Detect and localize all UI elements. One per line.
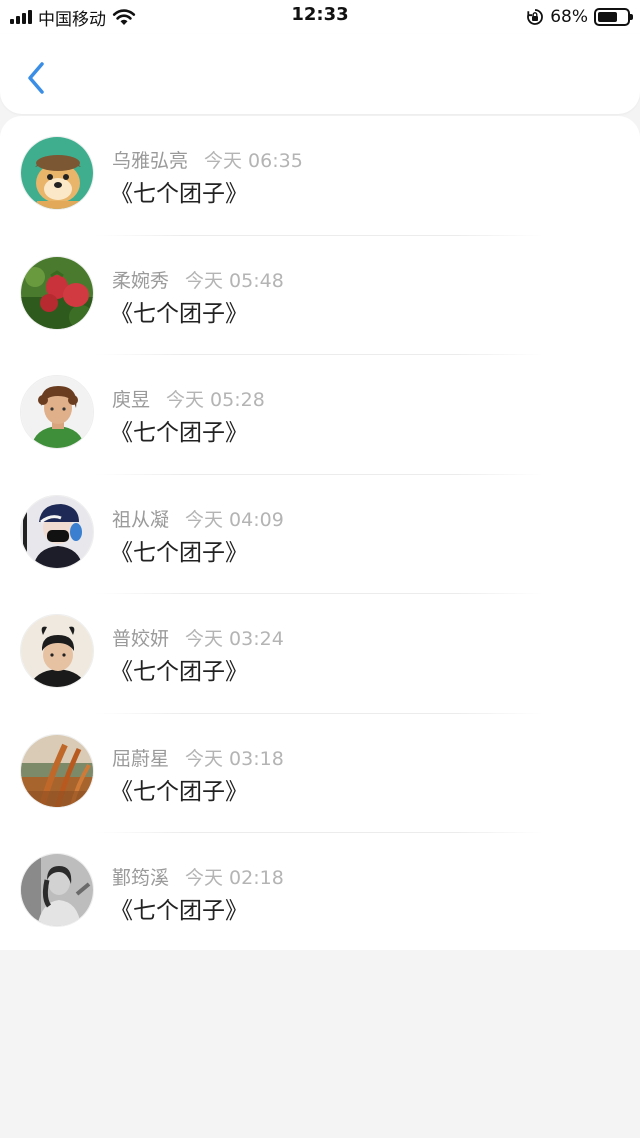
item-title: 《七个团子》: [110, 778, 248, 805]
avatar[interactable]: [20, 136, 94, 210]
avatar[interactable]: [20, 853, 94, 927]
item-title: 《七个团子》: [110, 420, 248, 446]
avatar[interactable]: [20, 375, 94, 449]
post-time: 今天 05:48: [185, 269, 284, 292]
back-button[interactable]: [16, 56, 56, 100]
item-title: 《七个团子》: [110, 181, 248, 207]
chevron-left-icon: [28, 62, 44, 94]
screen: 中国移动 12:33 68% 乌雅弘亮 今天 06:35 《七个团子》 柔婉秀 …: [0, 0, 640, 1138]
post-time: 今天 04:09: [185, 508, 284, 531]
item-title: 《七个团子》: [110, 539, 248, 566]
avatar[interactable]: [20, 494, 94, 569]
item-title: 《七个团子》: [110, 898, 248, 924]
list-item[interactable]: 乌雅弘亮 今天 06:35 《七个团子》: [0, 116, 640, 236]
user-name: 乌雅弘亮 今天 06:35: [112, 150, 303, 172]
list-item[interactable]: 普姣妍 今天 03:24 《七个团子》: [0, 594, 640, 714]
boy-with-ears-avatar-image: [21, 615, 93, 687]
curly-hair-boy-avatar-image: [21, 376, 93, 448]
user-name: 柔婉秀 今天 05:48: [112, 269, 284, 292]
list-item[interactable]: 柔婉秀 今天 05:48 《七个团子》: [0, 236, 640, 355]
user-name: 祖从凝 今天 04:09: [112, 508, 284, 531]
battery-icon: [594, 8, 633, 26]
list-item[interactable]: 祖从凝 今天 04:09 《七个团子》: [0, 475, 640, 594]
orange-landscape-avatar-image: [21, 734, 93, 807]
post-time: 今天 03:24: [185, 628, 284, 650]
post-time: 今天 05:28: [166, 389, 265, 411]
post-time: 今天 03:18: [185, 747, 284, 770]
user-name: 普姣妍 今天 03:24: [112, 628, 284, 650]
item-title: 《七个团子》: [110, 300, 248, 327]
list-item[interactable]: 鄞筠溪 今天 02:18 《七个团子》: [0, 833, 640, 953]
battery-level: [598, 12, 618, 22]
user-name: 屈蔚星 今天 03:18: [112, 747, 284, 770]
strawberries-avatar-image: [21, 256, 93, 329]
battery-percent: 68%: [550, 7, 588, 27]
status-bar: 中国移动 12:33 68%: [0, 0, 640, 34]
avatar[interactable]: [20, 614, 94, 688]
cartoon-dog-avatar-image: [21, 137, 93, 209]
status-right: 68%: [526, 6, 633, 28]
item-title: 《七个团子》: [110, 659, 248, 685]
nav-bar: [0, 34, 640, 114]
post-time: 今天 02:18: [185, 867, 284, 889]
avatar[interactable]: [20, 255, 94, 330]
list-item[interactable]: 屈蔚星 今天 03:18 《七个团子》: [0, 714, 640, 833]
grayscale-girl-avatar-image: [21, 854, 93, 926]
user-name: 庾昱 今天 05:28: [112, 389, 265, 411]
orientation-lock-icon: [527, 9, 544, 25]
user-name: 鄞筠溪 今天 02:18: [112, 867, 284, 889]
comment-list: 乌雅弘亮今天 06:35 《七个团子》 柔婉秀今天 05:48 《七个团子》: [0, 116, 640, 950]
avatar[interactable]: [20, 733, 94, 808]
list-item[interactable]: 庾昱 今天 05:28 《七个团子》: [0, 355, 640, 475]
masked-person-avatar-image: [21, 495, 93, 568]
post-time: 今天 06:35: [204, 150, 303, 172]
